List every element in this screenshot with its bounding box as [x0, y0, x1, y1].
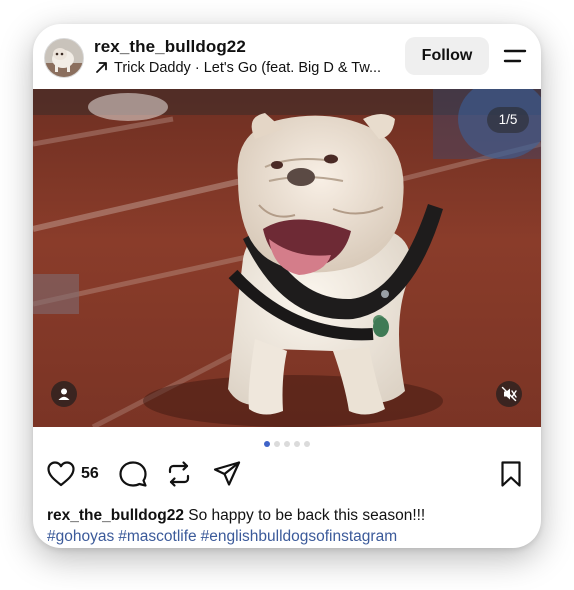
audio-track-label: Trick Daddy · Let's Go (feat. Big D & Tw…: [114, 60, 382, 76]
hashtag-link[interactable]: #gohoyas: [47, 528, 114, 545]
hashtag-link[interactable]: #mascotlife: [118, 528, 196, 545]
tag-people-icon: [58, 388, 70, 400]
caption-text: So happy to be back this season!!!: [188, 507, 426, 524]
menu-icon[interactable]: [502, 45, 528, 67]
carousel-dot: [304, 441, 310, 447]
tag-people-button[interactable]: [51, 381, 77, 407]
post-media[interactable]: 1/5: [33, 89, 541, 427]
post-username[interactable]: rex_the_bulldog22: [94, 37, 246, 57]
avatar[interactable]: [44, 38, 84, 78]
music-arrow-icon: [96, 62, 107, 73]
post-card: rex_the_bulldog22 Trick Daddy · Let's Go…: [33, 24, 541, 548]
carousel-dot-active: [264, 441, 270, 447]
carousel-dot: [294, 441, 300, 447]
hashtag-link[interactable]: #englishbulldogsofinstagram: [201, 528, 397, 545]
comment-icon[interactable]: [117, 458, 149, 490]
carousel-dot: [284, 441, 290, 447]
post-header: rex_the_bulldog22 Trick Daddy · Let's Go…: [33, 24, 541, 89]
share-icon[interactable]: [211, 458, 243, 490]
bulldog-photo: [33, 89, 541, 427]
follow-button[interactable]: Follow: [405, 37, 489, 75]
caption-hashtags: #gohoyas #mascotlife #englishbulldogsofins…: [47, 526, 527, 547]
post-caption: rex_the_bulldog22 So happy to be back th…: [47, 505, 527, 547]
like-count[interactable]: 56: [81, 465, 99, 483]
audio-track[interactable]: Trick Daddy · Let's Go (feat. Big D & Tw…: [94, 60, 394, 76]
caption-line: rex_the_bulldog22 So happy to be back th…: [47, 505, 527, 526]
mute-button[interactable]: [496, 381, 522, 407]
mute-icon: [501, 386, 517, 402]
bookmark-icon[interactable]: [495, 458, 527, 490]
repost-icon[interactable]: [163, 458, 195, 490]
carousel-indicator: [33, 441, 541, 449]
caption-username[interactable]: rex_the_bulldog22: [47, 507, 184, 524]
heart-icon[interactable]: [45, 458, 77, 490]
action-bar: 56: [33, 458, 541, 498]
avatar-image: [45, 39, 83, 77]
media-counter: 1/5: [487, 107, 529, 133]
carousel-dot: [274, 441, 280, 447]
